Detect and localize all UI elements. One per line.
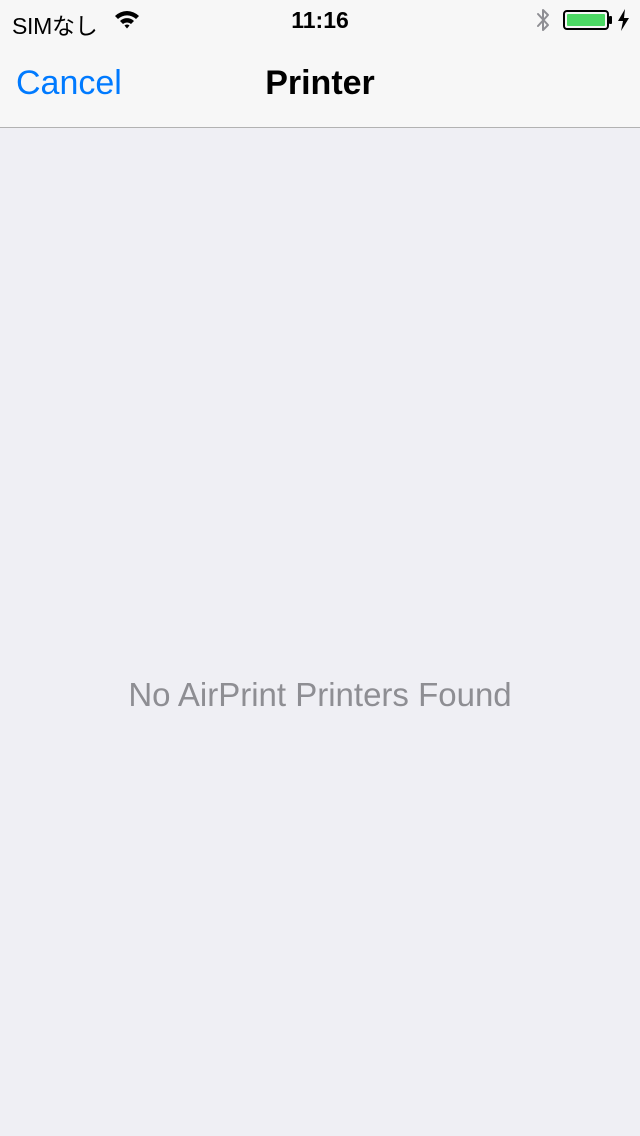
battery-icon (563, 10, 612, 30)
empty-state-message: No AirPrint Printers Found (128, 676, 512, 713)
page-title: Printer (265, 64, 375, 102)
charging-bolt-icon (618, 9, 629, 31)
header: SIMなし 11:16 Cancel Printer (0, 0, 640, 128)
navigation-bar: Cancel Printer (0, 40, 640, 128)
bluetooth-icon (537, 9, 549, 31)
status-bar: SIMなし 11:16 (0, 0, 640, 40)
